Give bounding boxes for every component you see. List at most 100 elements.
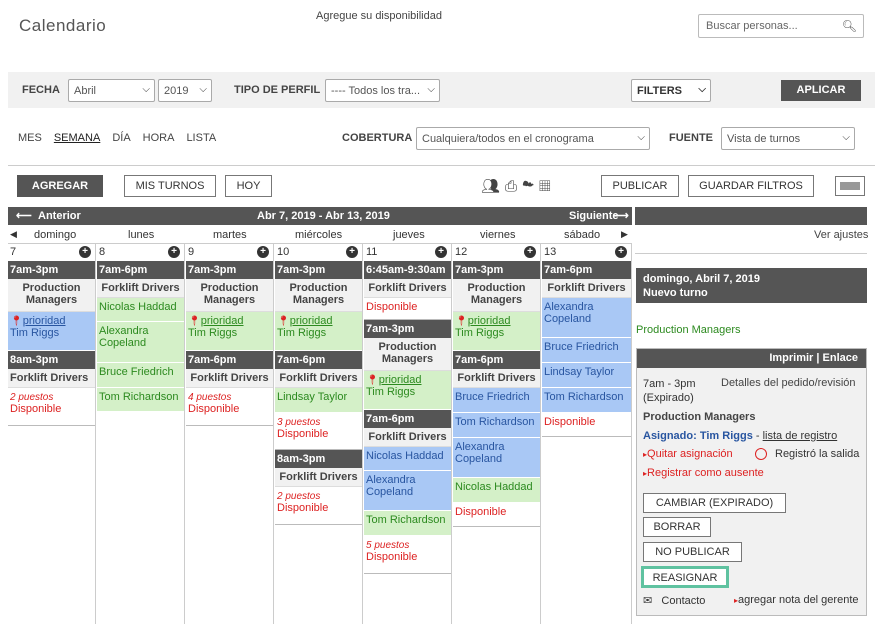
open-slot[interactable]: Disponible xyxy=(542,413,631,437)
tab-mes[interactable]: MES xyxy=(18,132,42,144)
shift-time[interactable]: 7am-6pm xyxy=(542,261,631,279)
assigned-slot[interactable]: Alexandra Copeland xyxy=(364,471,451,511)
add-shift-icon[interactable]: + xyxy=(346,246,358,258)
assigned-slot[interactable]: Nicolas Haddad xyxy=(364,447,451,471)
shift-time[interactable]: 7am-3pm xyxy=(186,261,273,279)
shift-time[interactable]: 7am-6pm xyxy=(275,351,362,369)
assigned-slot[interactable]: Bruce Friedrich xyxy=(453,388,540,413)
apply-button[interactable]: APLICAR xyxy=(781,80,861,101)
availability-link[interactable]: Agregue su disponibilidad xyxy=(316,10,442,22)
shift-time[interactable]: 7am-3pm xyxy=(275,261,362,279)
shift-time[interactable]: 7am-6pm xyxy=(97,261,184,279)
assigned-slot[interactable]: 📍︎prioridad Tim Riggs xyxy=(186,312,273,351)
assigned-slot[interactable]: 📍︎prioridad Tim Riggs xyxy=(275,312,362,351)
assigned-slot[interactable]: Tom Richardson xyxy=(542,388,631,413)
year-select[interactable]: 2019 ⌵ xyxy=(158,79,212,102)
group-name[interactable]: Production Managers xyxy=(636,324,741,336)
next-arrow-icon[interactable]: ⟶ xyxy=(613,209,629,222)
assigned-slot[interactable]: 📍︎prioridad Tim Riggs xyxy=(8,312,95,351)
toggle-panel-button[interactable] xyxy=(835,176,865,196)
prev-link[interactable]: Anterior xyxy=(38,210,81,222)
tab-lista[interactable]: LISTA xyxy=(186,132,216,144)
reassign-button[interactable]: REASIGNAR xyxy=(641,566,729,588)
add-shift-icon[interactable]: + xyxy=(257,246,269,258)
shift-time[interactable]: 7am-6pm xyxy=(364,410,451,428)
priority-link[interactable]: prioridad xyxy=(379,374,422,386)
register-list-link[interactable]: lista de registro xyxy=(763,430,838,442)
shift-time[interactable]: 7am-3pm xyxy=(453,261,540,279)
add-shift-icon[interactable]: + xyxy=(79,246,91,258)
users-icon[interactable]: 👥︎ xyxy=(481,178,505,195)
priority-link[interactable]: prioridad xyxy=(290,315,333,327)
search-input[interactable]: Buscar personas... 🔍︎ xyxy=(698,14,864,38)
shift-time[interactable]: 7am-3pm xyxy=(8,261,95,279)
priority-link[interactable]: prioridad xyxy=(468,315,511,327)
link-link[interactable]: Enlace xyxy=(823,352,858,364)
save-filters-button[interactable]: GUARDAR FILTROS xyxy=(688,175,814,197)
add-shift-icon[interactable]: + xyxy=(168,246,180,258)
add-button[interactable]: AGREGAR xyxy=(17,175,103,197)
contact-link[interactable]: ✉ Contacto xyxy=(643,594,705,607)
assigned-slot[interactable]: Nicolas Haddad xyxy=(453,478,540,503)
add-shift-icon[interactable]: + xyxy=(615,246,627,258)
shift-time[interactable]: 8am-3pm xyxy=(8,351,95,369)
shift-time[interactable]: 6:45am-9:30am xyxy=(364,261,451,279)
priority-link[interactable]: prioridad xyxy=(23,315,66,327)
assigned-slot[interactable]: Bruce Friedrich xyxy=(97,363,184,388)
assigned-slot[interactable]: 📍︎prioridad Tim Riggs xyxy=(453,312,540,351)
scroll-left-icon[interactable]: ◀ xyxy=(10,229,17,240)
tipo-select[interactable]: ---- Todos los tra... ⌵ xyxy=(325,79,440,102)
assigned-slot[interactable]: Alexandra Copeland xyxy=(97,322,184,363)
delete-button[interactable]: BORRAR xyxy=(643,517,711,537)
assigned-slot[interactable]: Tom Richardson xyxy=(364,511,451,536)
shift-time[interactable]: 8am-3pm xyxy=(275,450,362,468)
calendar-icon[interactable]: ▦ xyxy=(539,178,555,195)
remove-assignment-link[interactable]: ▸Quitar asignación xyxy=(643,448,733,460)
tab-hora[interactable]: HORA xyxy=(143,132,175,144)
scroll-right-icon[interactable]: ▶ xyxy=(621,229,628,240)
assigned-slot[interactable]: Nicolas Haddad xyxy=(97,298,184,322)
new-shift-link[interactable]: Nuevo turno xyxy=(643,287,708,299)
print-link[interactable]: Imprimir xyxy=(769,352,813,364)
filters-button[interactable]: FILTERS ⌵ xyxy=(631,79,711,102)
assigned-name[interactable]: Tim Riggs xyxy=(700,430,753,442)
fuente-select[interactable]: Vista de turnos ⌵ xyxy=(721,127,855,150)
add-shift-icon[interactable]: + xyxy=(435,246,447,258)
unpublish-button[interactable]: NO PUBLICAR xyxy=(643,542,742,562)
publish-button[interactable]: PUBLICAR xyxy=(601,175,679,197)
open-slot[interactable]: Disponible xyxy=(453,503,540,527)
open-slot[interactable]: 2 puestos Disponible xyxy=(275,487,362,525)
mark-absent-link[interactable]: ▸Registrar como ausente xyxy=(643,467,764,479)
my-shifts-button[interactable]: MIS TURNOS xyxy=(124,175,216,197)
shift-time[interactable]: 7am-6pm xyxy=(186,351,273,369)
next-link[interactable]: Siguiente xyxy=(569,210,619,222)
open-slot[interactable]: 5 puestos Disponible xyxy=(364,536,451,574)
priority-link[interactable]: prioridad xyxy=(201,315,244,327)
radio-icon[interactable] xyxy=(755,448,767,460)
assigned-slot[interactable]: 📍︎prioridad Tim Riggs xyxy=(364,371,451,410)
print-icon[interactable]: ⎙ xyxy=(505,178,522,195)
cobertura-select[interactable]: Cualquiera/todos en el cronograma ⌵ xyxy=(416,127,650,150)
assigned-slot[interactable]: Alexandra Copeland xyxy=(453,438,540,478)
assigned-slot[interactable]: Tom Richardson xyxy=(97,388,184,412)
open-slot[interactable]: Disponible xyxy=(364,298,451,320)
search-icon[interactable]: 🔍︎ xyxy=(842,19,857,33)
change-expired-button[interactable]: CAMBIAR (EXPIRADO) xyxy=(643,493,786,513)
open-slot[interactable]: 3 puestos Disponible xyxy=(275,413,362,450)
shift-time[interactable]: 7am-6pm xyxy=(453,351,540,369)
settings-link[interactable]: Ver ajustes xyxy=(814,229,868,241)
month-select[interactable]: Abril ⌵ xyxy=(68,79,155,102)
open-slot[interactable]: 4 puestos Disponible xyxy=(186,388,273,426)
today-button[interactable]: HOY xyxy=(225,175,272,197)
tab-dia[interactable]: DÍA xyxy=(112,132,130,144)
prev-arrow-icon[interactable]: ⟵ xyxy=(16,209,32,222)
shift-time[interactable]: 7am-3pm xyxy=(364,320,451,338)
manager-note-link[interactable]: ▸agregar nota del gerente xyxy=(734,594,859,606)
assigned-slot[interactable]: Lindsay Taylor xyxy=(542,363,631,388)
cloud-download-icon[interactable]: ☁ xyxy=(522,178,539,195)
assigned-slot[interactable]: Alexandra Copeland xyxy=(542,298,631,338)
assigned-slot[interactable]: Bruce Friedrich xyxy=(542,338,631,363)
open-slot[interactable]: 2 puestos Disponible xyxy=(8,388,95,426)
assigned-slot[interactable]: Tom Richardson xyxy=(453,413,540,438)
order-details-link[interactable]: Detalles del pedido/revisión xyxy=(721,377,856,389)
